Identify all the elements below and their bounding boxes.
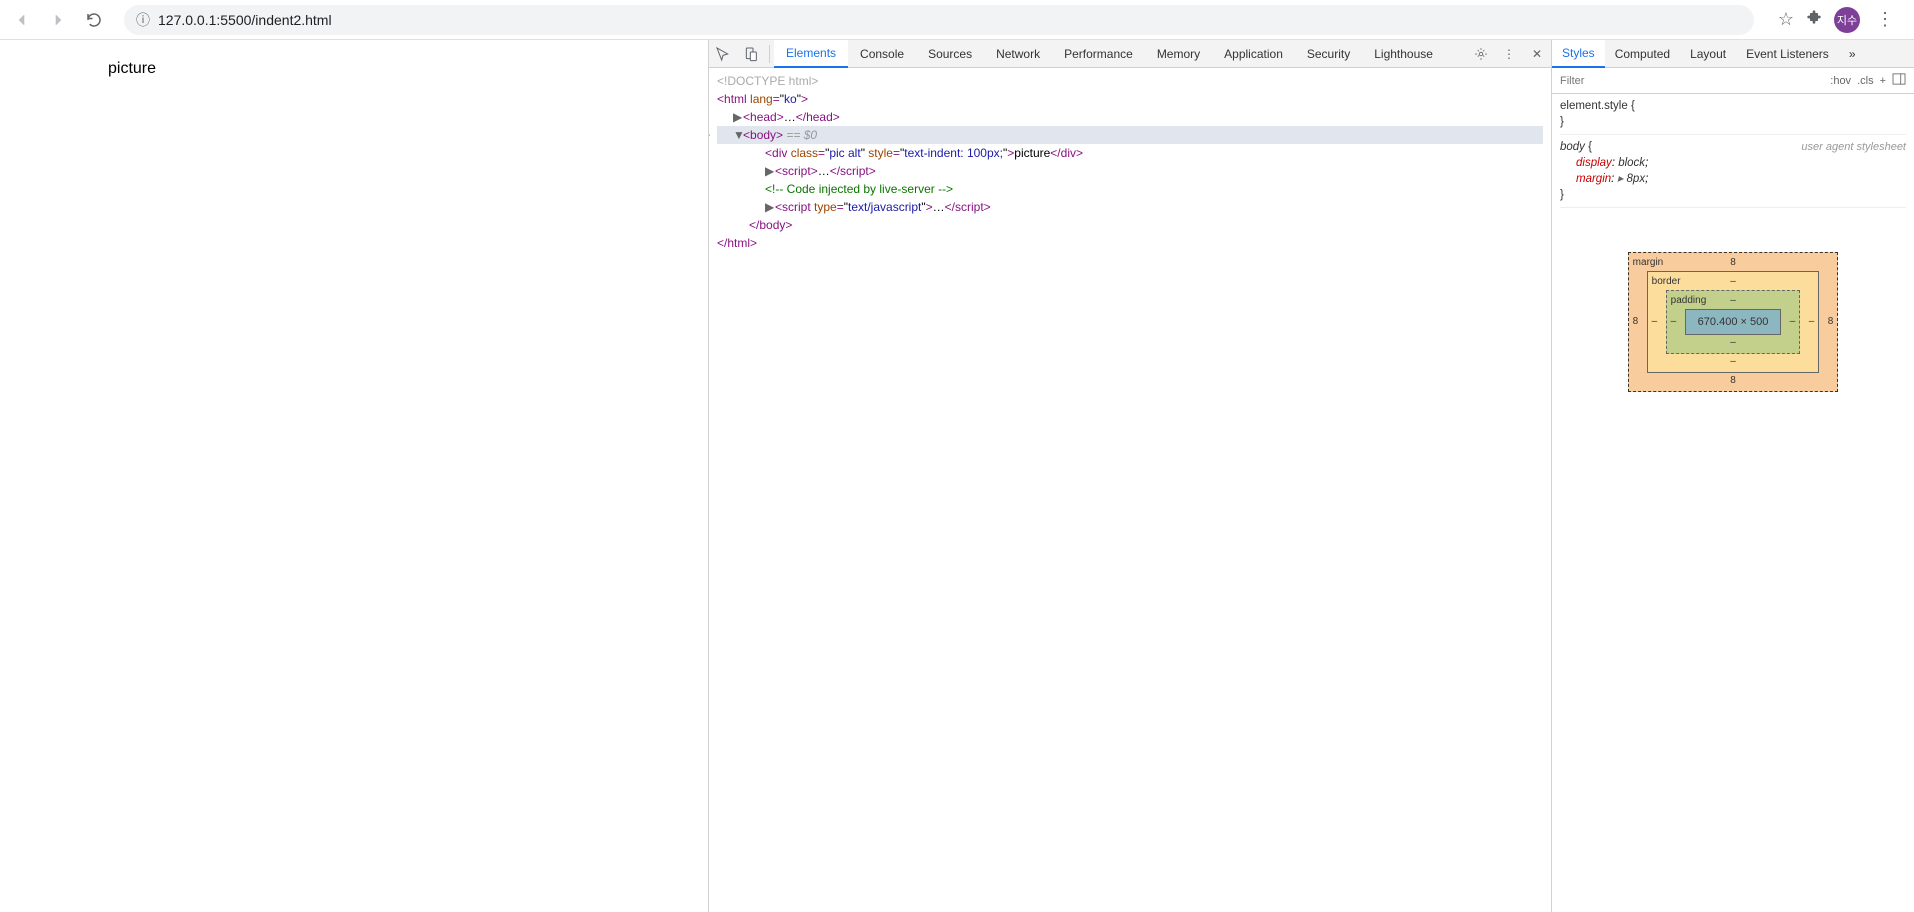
tab-more-icon[interactable]: »	[1839, 40, 1866, 68]
browser-menu-icon[interactable]: ⋮	[1872, 9, 1898, 30]
box-model-padding[interactable]: padding – – – – 670.400 × 500	[1666, 290, 1801, 354]
dom-script2[interactable]: ▶<script type="text/javascript">…</scrip…	[717, 198, 1543, 216]
devtools-settings-icon[interactable]	[1467, 40, 1495, 68]
tab-sources[interactable]: Sources	[916, 40, 984, 68]
styles-panel: Styles Computed Layout Event Listeners »…	[1552, 40, 1914, 912]
devtools-tabs: Elements Console Sources Network Perform…	[709, 40, 1551, 68]
tab-elements[interactable]: Elements	[774, 40, 848, 68]
gutter-dots-icon[interactable]: ⋯	[709, 126, 711, 144]
element-style-rule[interactable]: element.style { }	[1560, 98, 1906, 135]
hov-toggle[interactable]: :hov	[1830, 75, 1851, 87]
page-text: picture	[8, 48, 700, 78]
devtools-close-icon[interactable]: ✕	[1523, 40, 1551, 68]
styles-tabs: Styles Computed Layout Event Listeners »	[1552, 40, 1914, 68]
styles-filter-input[interactable]	[1552, 75, 1822, 87]
tab-performance[interactable]: Performance	[1052, 40, 1145, 68]
dom-head[interactable]: ▶<head>…</head>	[717, 108, 1543, 126]
expand-arrow-icon[interactable]: ▶	[733, 108, 743, 126]
box-model-diagram[interactable]: margin 8 8 8 8 border – – – – padding	[1560, 212, 1906, 432]
computed-panel-icon[interactable]	[1892, 73, 1906, 88]
box-model-margin[interactable]: margin 8 8 8 8 border – – – – padding	[1628, 252, 1839, 392]
tab-event-listeners[interactable]: Event Listeners	[1736, 40, 1839, 68]
dom-doctype[interactable]: <!DOCTYPE html>	[717, 72, 1543, 90]
tab-application[interactable]: Application	[1212, 40, 1295, 68]
tab-lighthouse[interactable]: Lighthouse	[1362, 40, 1445, 68]
devtools-main: Elements Console Sources Network Perform…	[709, 40, 1552, 912]
page-viewport: picture	[0, 40, 708, 912]
new-style-icon[interactable]: +	[1880, 75, 1886, 87]
dom-body-close[interactable]: </body>	[717, 216, 1543, 234]
tab-security[interactable]: Security	[1295, 40, 1362, 68]
url-text: 127.0.0.1:5500/indent2.html	[158, 12, 332, 28]
cls-toggle[interactable]: .cls	[1857, 75, 1874, 87]
tab-separator	[769, 45, 770, 63]
body-rule[interactable]: user agent stylesheet body { display: bl…	[1560, 139, 1906, 208]
tab-console[interactable]: Console	[848, 40, 916, 68]
device-toggle-icon[interactable]	[737, 40, 765, 68]
elements-tree[interactable]: <!DOCTYPE html> <html lang="ko"> ▶<head>…	[709, 68, 1551, 912]
devtools-panel: Elements Console Sources Network Perform…	[708, 40, 1914, 912]
dom-html-close[interactable]: </html>	[717, 234, 1543, 252]
tab-computed[interactable]: Computed	[1605, 40, 1680, 68]
profile-avatar[interactable]: 지수	[1834, 7, 1860, 33]
inspect-element-icon[interactable]	[709, 40, 737, 68]
back-button[interactable]	[8, 6, 36, 34]
bookmark-star-icon[interactable]: ☆	[1778, 9, 1794, 30]
expand-arrow-icon[interactable]: ▶	[765, 198, 775, 216]
dom-body-open[interactable]: ⋯▼<body> == $0	[717, 126, 1543, 144]
dom-html-open[interactable]: <html lang="ko">	[717, 90, 1543, 108]
box-model-border[interactable]: border – – – – padding – – – – 67	[1647, 271, 1820, 373]
devtools-menu-icon[interactable]: ⋮	[1495, 40, 1523, 68]
address-bar[interactable]: ⓘ 127.0.0.1:5500/indent2.html	[124, 5, 1754, 35]
extensions-icon[interactable]	[1806, 9, 1822, 30]
expand-arrow-icon[interactable]: ▶	[765, 162, 775, 180]
collapse-arrow-icon[interactable]: ▼	[733, 126, 743, 144]
tab-layout[interactable]: Layout	[1680, 40, 1736, 68]
tab-memory[interactable]: Memory	[1145, 40, 1212, 68]
tab-styles[interactable]: Styles	[1552, 40, 1605, 68]
filter-buttons: :hov .cls +	[1822, 73, 1914, 88]
dom-script1[interactable]: ▶<script>…</script>	[717, 162, 1543, 180]
devtools-tabs-right: ⋮ ✕	[1467, 40, 1551, 68]
dom-div[interactable]: <div class="pic alt" style="text-indent:…	[717, 144, 1543, 162]
reload-button[interactable]	[80, 6, 108, 34]
box-model-content[interactable]: 670.400 × 500	[1685, 309, 1782, 335]
tab-network[interactable]: Network	[984, 40, 1052, 68]
site-info-icon[interactable]: ⓘ	[136, 10, 150, 30]
styles-filter-row: :hov .cls +	[1552, 68, 1914, 94]
styles-content[interactable]: element.style { } user agent stylesheet …	[1552, 94, 1914, 912]
dom-comment[interactable]: <!-- Code injected by live-server -->	[717, 180, 1543, 198]
toolbar-right: ☆ 지수 ⋮	[1770, 7, 1906, 33]
browser-toolbar: ⓘ 127.0.0.1:5500/indent2.html ☆ 지수 ⋮	[0, 0, 1914, 40]
forward-button[interactable]	[44, 6, 72, 34]
content-wrapper: picture Elements Console Sources Network…	[0, 40, 1914, 912]
